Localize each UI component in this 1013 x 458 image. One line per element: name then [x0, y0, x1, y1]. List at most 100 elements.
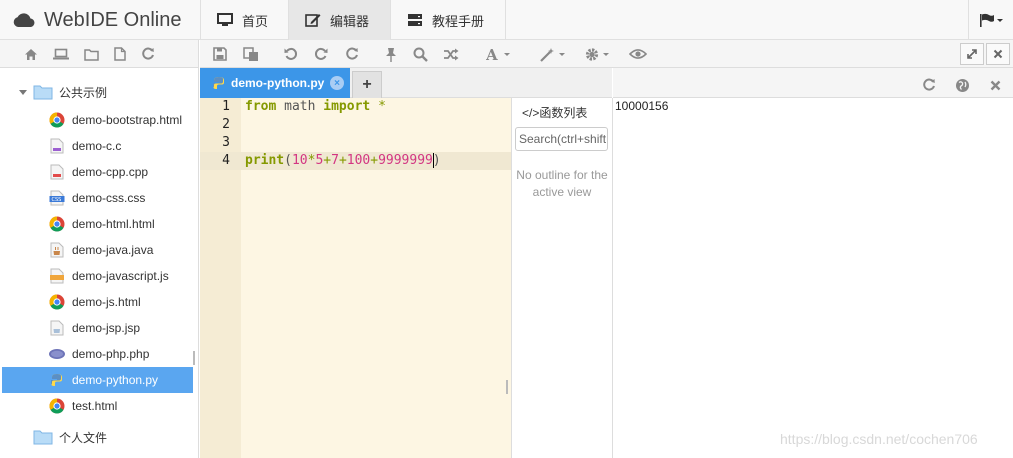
close-window-button[interactable] — [986, 43, 1010, 65]
tree-folder-personal[interactable]: 个人文件 — [33, 426, 107, 448]
magic-icon[interactable] — [540, 45, 570, 63]
watermark-text: https://blog.csdn.net/cochen706 — [780, 431, 978, 447]
chrome-icon — [48, 294, 66, 310]
css-file-icon: CSS — [48, 190, 66, 206]
console-output: 10000156 — [615, 99, 669, 113]
laptop-icon[interactable] — [52, 45, 70, 63]
tree-folder-public[interactable]: 公共示例 — [18, 81, 107, 103]
line-number: 1 — [222, 99, 230, 114]
tree-file-label: demo-bootstrap.html — [72, 113, 183, 127]
folder-icon[interactable] — [82, 45, 100, 63]
outline-empty-message: No outline for the active view — [516, 168, 608, 199]
code-token: + — [323, 153, 332, 168]
folder-icon — [33, 429, 53, 445]
code-token: import — [323, 99, 371, 114]
tree-file-item[interactable]: demo-python.py — [2, 367, 193, 393]
desktop-icon — [217, 13, 233, 27]
save-icon[interactable] — [211, 45, 229, 63]
home-icon[interactable] — [22, 45, 40, 63]
code-token: 100 — [346, 153, 371, 168]
tree-file-item[interactable]: demo-php.php — [48, 343, 149, 365]
language-dropdown[interactable] — [968, 0, 1013, 40]
tree-folder-label: 公共示例 — [59, 85, 108, 100]
code-token: + — [338, 153, 347, 168]
code-token: ( — [284, 153, 292, 168]
globe-icon[interactable] — [953, 76, 971, 94]
close-icon — [993, 49, 1003, 59]
tree-file-item[interactable]: test.html — [48, 395, 117, 417]
tab-home-label: 首页 — [242, 13, 269, 29]
font-icon[interactable]: A — [486, 45, 516, 63]
undo-icon[interactable] — [282, 45, 300, 63]
tree-file-item[interactable]: demo-jsp.jsp — [48, 317, 140, 339]
code-token: ) — [432, 153, 441, 168]
editor-tab-demo-python[interactable]: demo-python.py × — [200, 68, 350, 98]
outline-search-input[interactable]: Search(ctrl+shift — [515, 127, 608, 151]
flag-icon — [979, 13, 1003, 27]
python-icon — [212, 76, 226, 90]
code-token: * — [370, 99, 386, 114]
jsp-file-icon — [48, 320, 66, 336]
refresh-icon[interactable] — [920, 76, 938, 94]
tree-file-label: demo-css.css — [72, 191, 146, 205]
tree-file-item[interactable]: demo-bootstrap.html — [48, 109, 182, 131]
close-icon[interactable] — [986, 76, 1004, 94]
tree-file-item[interactable]: CSS demo-css.css — [48, 187, 145, 209]
tree-file-item[interactable]: demo-java.java — [48, 239, 153, 261]
tree-file-label: demo-html.html — [72, 217, 155, 231]
expand-icon — [966, 48, 978, 60]
tab-close-button[interactable]: × — [330, 76, 344, 90]
tree-file-label: test.html — [72, 399, 118, 413]
tree-file-item[interactable]: demo-javascript.js — [48, 265, 169, 287]
refresh-icon[interactable] — [139, 45, 157, 63]
tab-home[interactable]: 首页 — [200, 0, 288, 40]
folder-icon — [33, 84, 53, 100]
js-file-icon — [48, 268, 66, 284]
text-cursor — [432, 153, 434, 168]
tree-folder-label: 个人文件 — [59, 430, 108, 445]
outline-panel — [511, 98, 613, 458]
app-brand[interactable]: WebIDE Online — [0, 0, 200, 40]
code-token: math — [276, 99, 324, 114]
settings-icon[interactable] — [585, 45, 615, 63]
top-navbar: WebIDE Online 首页 编辑器 教程手册 — [0, 0, 1013, 40]
app-title: WebIDE Online — [44, 8, 182, 31]
cpp-file-icon — [48, 164, 66, 180]
refresh-icon[interactable] — [343, 45, 361, 63]
add-tab-button[interactable]: + — [352, 71, 382, 98]
tree-file-item[interactable]: demo-c.c — [48, 135, 121, 157]
c-file-icon — [48, 138, 66, 154]
pin-icon[interactable] — [382, 45, 400, 63]
search-icon[interactable] — [411, 45, 429, 63]
tree-file-label: demo-cpp.cpp — [72, 165, 149, 179]
editor-resize-handle[interactable] — [506, 380, 508, 394]
tree-file-label: demo-js.html — [72, 295, 141, 309]
code-token: + — [370, 153, 379, 168]
php-file-icon — [48, 346, 66, 362]
editor-tab-label: demo-python.py — [231, 76, 325, 90]
shuffle-icon[interactable] — [442, 45, 460, 63]
file-icon[interactable] — [111, 45, 129, 63]
chrome-icon — [48, 398, 66, 414]
redo-icon[interactable] — [312, 45, 330, 63]
tree-file-item[interactable]: demo-html.html — [48, 213, 155, 235]
tree-file-label: demo-c.c — [72, 139, 122, 153]
tree-file-label: demo-python.py — [72, 373, 159, 387]
code-token: 10 — [291, 153, 308, 168]
expand-button[interactable] — [960, 43, 984, 65]
caret-down-icon — [18, 87, 28, 97]
preview-icon[interactable] — [628, 45, 648, 63]
line-number: 3 — [222, 135, 230, 150]
svg-text:A: A — [486, 47, 498, 62]
sidebar-resize-handle[interactable] — [193, 351, 195, 365]
line-number: 4 — [222, 153, 230, 168]
tree-file-label: demo-php.php — [72, 347, 150, 361]
tab-editor[interactable]: 编辑器 — [288, 0, 390, 40]
code-line[interactable]: print(10*5+7+100+9999999) — [245, 152, 441, 170]
tab-manual[interactable]: 教程手册 — [390, 0, 506, 40]
tab-manual-label: 教程手册 — [432, 13, 485, 29]
tree-file-item[interactable]: demo-cpp.cpp — [48, 161, 148, 183]
save-all-icon[interactable] — [242, 45, 260, 63]
code-line[interactable]: from math import * — [245, 98, 386, 116]
tree-file-item[interactable]: demo-js.html — [48, 291, 141, 313]
